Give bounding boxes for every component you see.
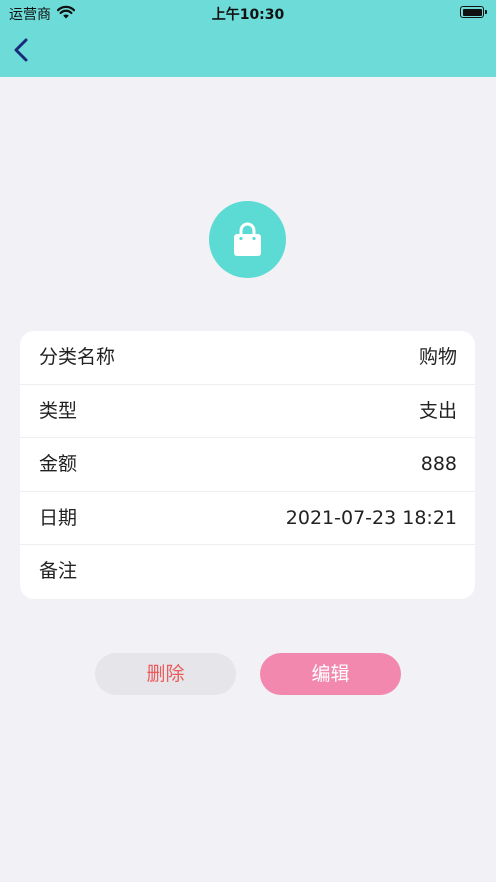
amount-value: 888 xyxy=(420,453,457,476)
type-label: 类型 xyxy=(39,399,78,422)
amount-label: 金额 xyxy=(39,453,78,476)
delete-button[interactable]: 删除 xyxy=(95,653,236,695)
date-value: 2021-07-23 18:21 xyxy=(285,506,457,529)
category-value: 购物 xyxy=(418,346,457,368)
detail-row-type: 类型 支出 xyxy=(20,385,475,439)
navigation-bar: 运营商 上午10:30 xyxy=(0,0,496,77)
date-label: 日期 xyxy=(39,506,78,529)
status-bar: 运营商 上午10:30 xyxy=(0,0,496,26)
shopping-bag-icon xyxy=(234,222,261,256)
battery-icon xyxy=(460,6,487,18)
back-button[interactable] xyxy=(10,36,36,66)
detail-row-note: 备注 xyxy=(20,545,475,599)
edit-button[interactable]: 编辑 xyxy=(260,653,401,695)
category-label: 分类名称 xyxy=(39,346,116,368)
chevron-left-icon xyxy=(14,38,28,62)
detail-row-date: 日期 2021-07-23 18:21 xyxy=(20,492,475,546)
detail-row-amount: 金额 888 xyxy=(20,438,475,492)
status-time: 上午10:30 xyxy=(211,7,285,23)
category-icon-circle xyxy=(209,201,286,278)
note-label: 备注 xyxy=(39,560,78,583)
type-value: 支出 xyxy=(418,399,457,422)
detail-row-category: 分类名称 购物 xyxy=(20,331,475,385)
detail-card: 分类名称 购物 类型 支出 金额 888 日期 2021-07-23 18:21… xyxy=(20,331,475,599)
